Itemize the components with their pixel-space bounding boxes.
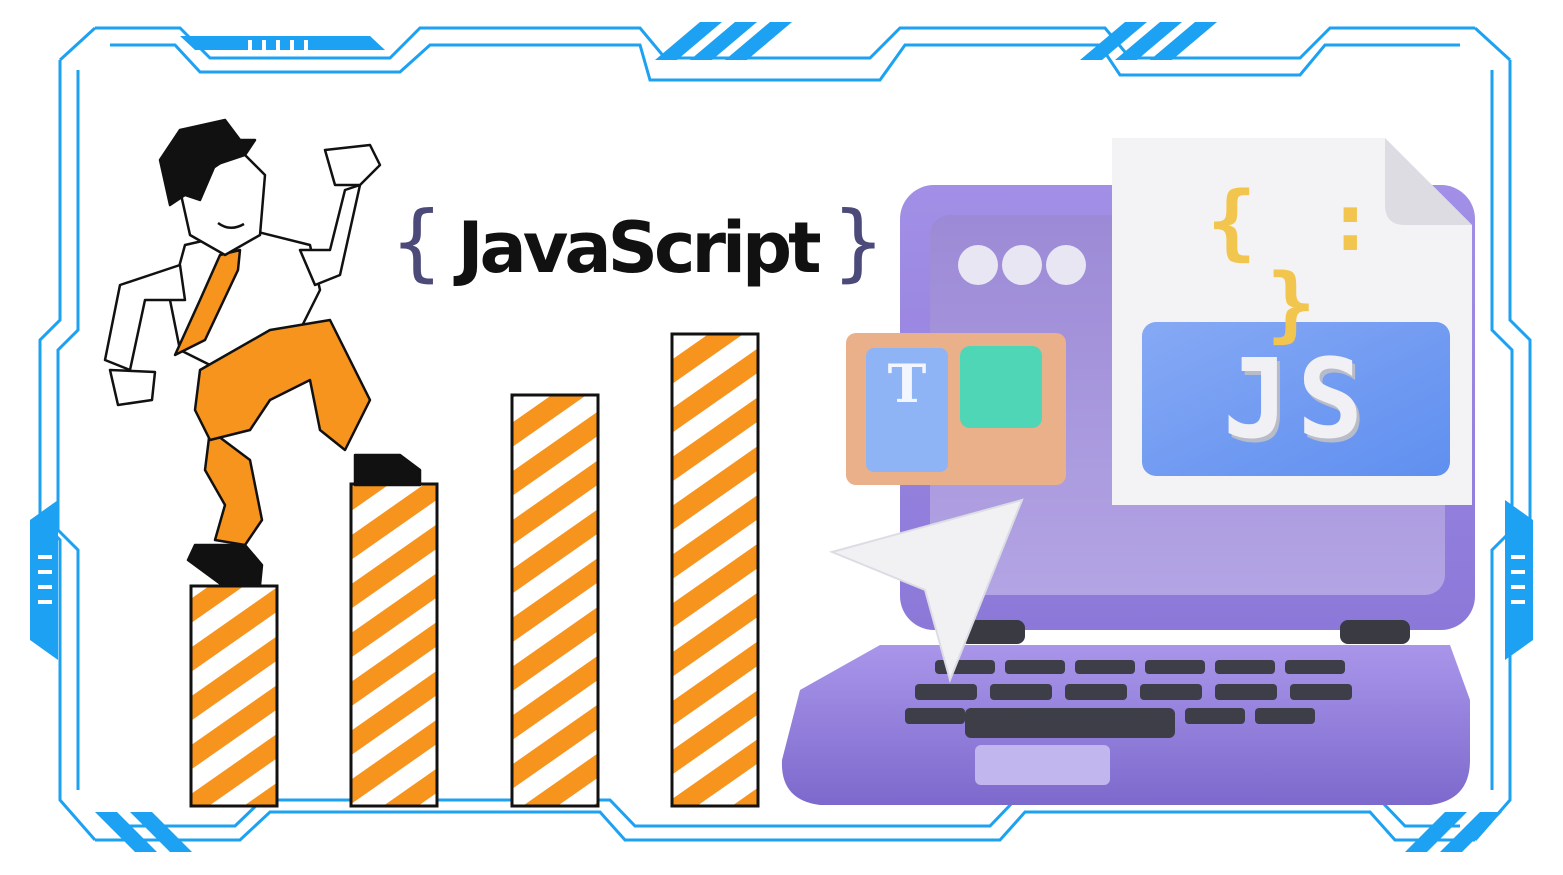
code-symbol: { : } bbox=[1206, 175, 1386, 352]
bar-1 bbox=[189, 584, 279, 808]
bar-3 bbox=[510, 393, 600, 808]
brace-left-icon: { bbox=[390, 193, 444, 291]
illustration-canvas: { JavaScript } { : } JS T bbox=[0, 0, 1563, 875]
brace-right-icon: } bbox=[831, 193, 886, 291]
text-tool-icon: T bbox=[887, 354, 927, 415]
bar-4 bbox=[670, 332, 760, 808]
bar-2 bbox=[349, 482, 439, 808]
title-text: JavaScript bbox=[457, 207, 821, 289]
javascript-title: { JavaScript } bbox=[390, 188, 885, 308]
js-label: JS bbox=[1222, 335, 1372, 463]
bar-chart-graphic bbox=[189, 332, 760, 808]
